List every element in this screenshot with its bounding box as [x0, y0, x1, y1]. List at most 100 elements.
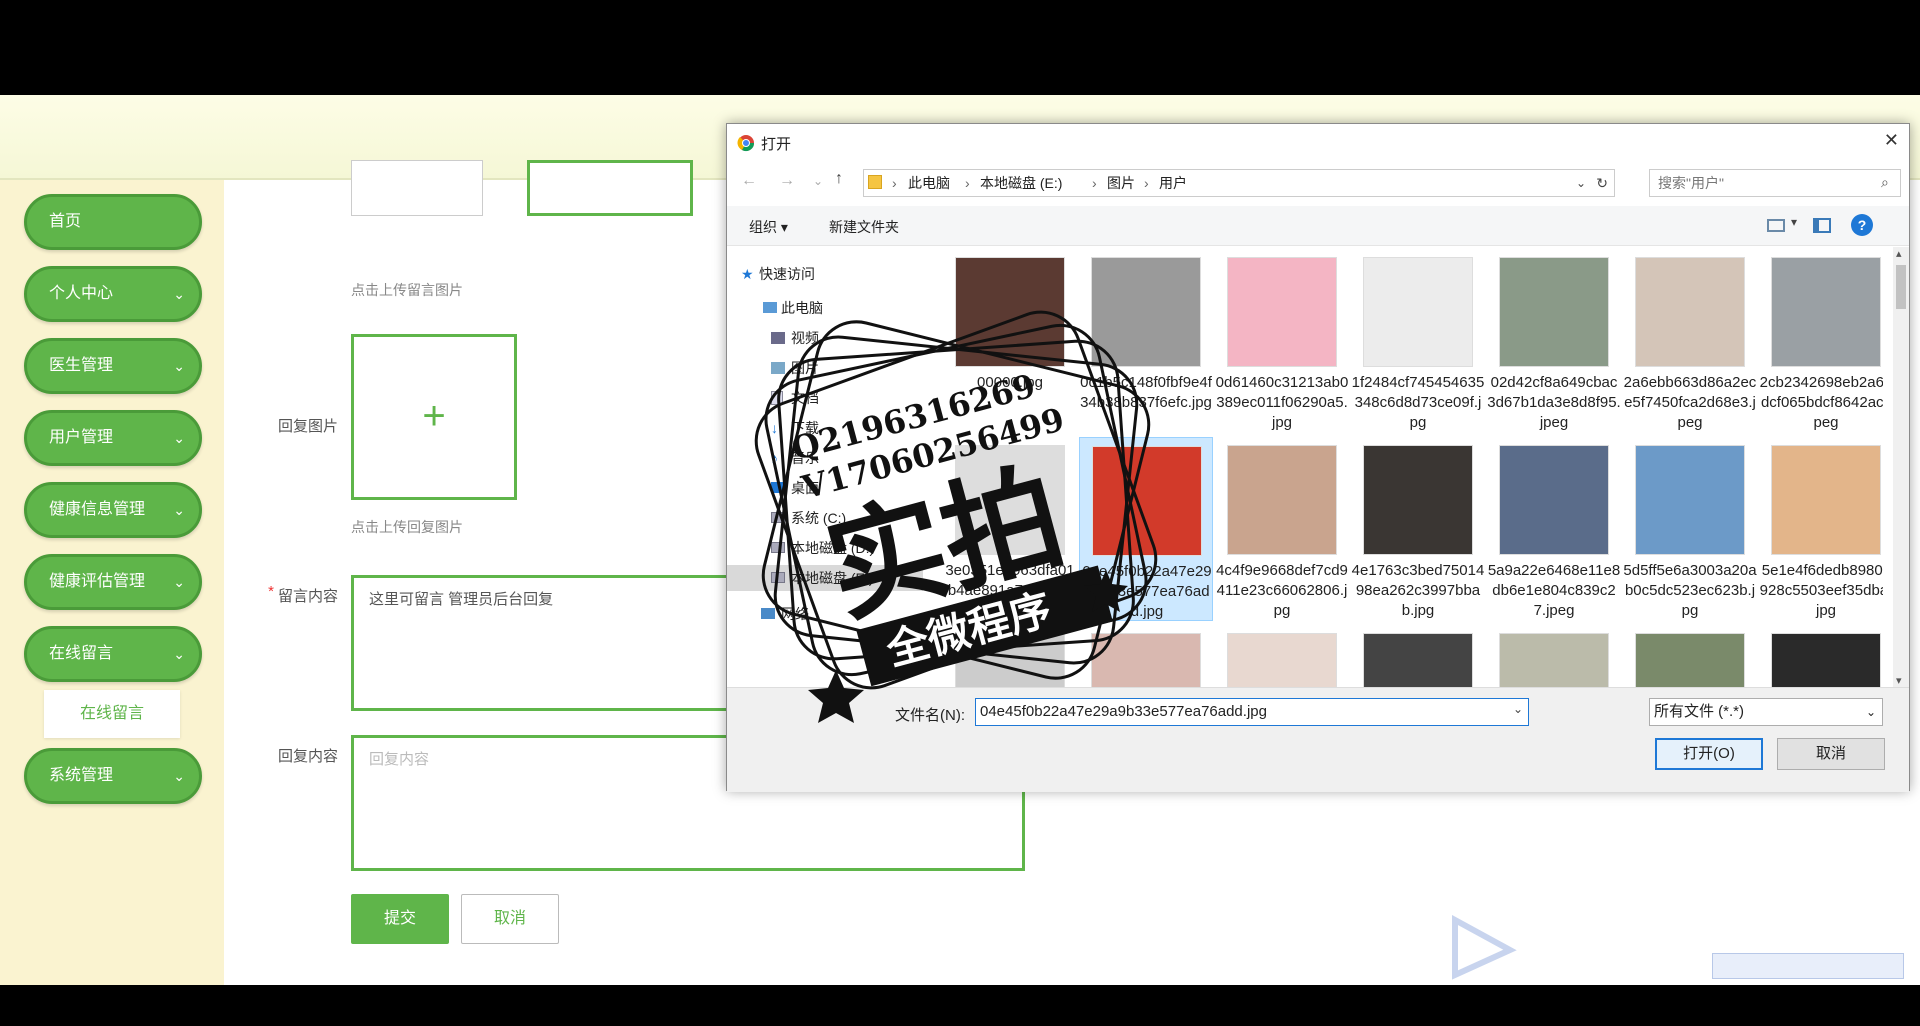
- file-item[interactable]: 00000.jpg: [943, 249, 1077, 433]
- tree-item-drive-c[interactable]: 系统 (C:): [727, 505, 923, 531]
- file-item[interactable]: 5e1e4f6dedb8980c928c5503eef35dba.jpg: [1759, 437, 1883, 621]
- search-input[interactable]: 搜索"用户": [1649, 169, 1901, 197]
- sidebar-item-label: 用户管理: [49, 429, 114, 446]
- chevron-down-icon[interactable]: ⌄: [1513, 702, 1523, 716]
- sidebar-item-label: 健康信息管理: [49, 501, 146, 518]
- file-item[interactable]: [1079, 625, 1213, 687]
- scroll-up-arrow-icon[interactable]: ▴: [1896, 247, 1902, 260]
- reply-image-hint: 点击上传回复图片: [351, 519, 463, 535]
- file-item[interactable]: 5a9a22e6468e11e8db6e1e804c839c27.jpeg: [1487, 437, 1621, 621]
- tree-item-documents[interactable]: 文档: [727, 385, 923, 411]
- sidebar-item-doctor-management[interactable]: 医生管理 ⌄: [24, 338, 202, 394]
- sidebar-item-home[interactable]: 首页: [24, 194, 202, 250]
- chrome-icon: [737, 135, 755, 152]
- image-thumbnail: [955, 445, 1065, 555]
- sidebar-item-online-message[interactable]: 在线留言 ⌄: [24, 626, 202, 682]
- chevron-down-icon[interactable]: ▾: [1791, 215, 1797, 229]
- dialog-title: 打开: [761, 136, 792, 153]
- reply-content-label: 回复内容: [277, 748, 338, 765]
- tree-item-music[interactable]: ♪ 音乐: [727, 445, 923, 471]
- help-icon[interactable]: ?: [1851, 214, 1873, 236]
- reply-image-upload[interactable]: +: [351, 334, 517, 500]
- tree-item-network[interactable]: 网络: [727, 601, 923, 627]
- file-name: 04e45f0b22a47e29a9b33e577ea76add.jpg: [1082, 563, 1212, 620]
- image-thumbnail: [955, 633, 1065, 687]
- file-item[interactable]: 2cb2342698eb2a63dcf065bdcf8642ac.jpeg: [1759, 249, 1883, 433]
- sidebar-item-user-management[interactable]: 用户管理 ⌄: [24, 410, 202, 466]
- image-thumbnail: [1635, 633, 1745, 687]
- tree-item-videos[interactable]: 视频: [727, 325, 923, 351]
- sidebar-item-label: 个人中心: [49, 285, 114, 302]
- sidebar-item-personal-center[interactable]: 个人中心 ⌄: [24, 266, 202, 322]
- organize-menu[interactable]: 组织 ▾: [749, 217, 788, 237]
- up-arrow-icon[interactable]: ↑: [835, 170, 843, 188]
- open-button[interactable]: 打开(O): [1655, 738, 1763, 770]
- tree-item-desktop[interactable]: 桌面: [727, 475, 923, 501]
- filename-input[interactable]: 04e45f0b22a47e29a9b33e577ea76add.jpg: [975, 698, 1529, 726]
- file-item[interactable]: 0d61460c31213ab0389ec011f06290a5.jpg: [1215, 249, 1349, 433]
- submit-button[interactable]: 提交: [351, 894, 449, 944]
- scrollbar-thumb[interactable]: [1896, 265, 1906, 309]
- image-thumbnail: [1635, 445, 1745, 555]
- image-thumbnail: [1092, 446, 1202, 556]
- breadcrumb-this-pc[interactable]: 此电脑: [908, 170, 950, 196]
- chevron-down-icon[interactable]: ⌄: [813, 174, 823, 188]
- file-item[interactable]: 4e1763c3bed7501498ea262c3997bbab.jpg: [1351, 437, 1485, 621]
- cancel-button[interactable]: 取消: [461, 894, 559, 944]
- breadcrumb-separator: ›: [965, 175, 970, 191]
- file-item[interactable]: 0c1b5c148f0fbf9e4f34b38b837f6efc.jpg: [1079, 249, 1213, 433]
- sidebar-subitem-online-message[interactable]: 在线留言: [44, 690, 180, 738]
- uploaded-image-slot[interactable]: [351, 160, 483, 216]
- file-item[interactable]: 4c4f9e9668def7cd9411e23c66062806.jpg: [1215, 437, 1349, 621]
- forward-arrow-icon[interactable]: →: [779, 172, 795, 190]
- sidebar-item-health-info[interactable]: 健康信息管理 ⌄: [24, 482, 202, 538]
- new-folder-button[interactable]: 新建文件夹: [829, 217, 899, 237]
- chevron-down-icon: ⌄: [173, 646, 185, 662]
- dialog-cancel-button[interactable]: 取消: [1777, 738, 1885, 770]
- sidebar-item-label: 医生管理: [49, 357, 114, 374]
- search-icon: ⌕: [1881, 174, 1889, 190]
- chevron-down-icon[interactable]: ⌄: [1576, 170, 1586, 196]
- breadcrumb-pictures[interactable]: 图片: [1107, 170, 1135, 196]
- file-type-select[interactable]: 所有文件 (*.*) ⌄: [1649, 698, 1883, 726]
- file-item[interactable]: 3e0351ee963dfa01b4ae891a7c60186a.jpg: [943, 437, 1077, 621]
- file-item[interactable]: 5d5ff5e6a3003a20ab0c5dc523ec623b.jpg: [1623, 437, 1757, 621]
- file-item[interactable]: 04e45f0b22a47e29a9b33e577ea76add.jpg: [1079, 437, 1213, 621]
- file-item[interactable]: [1623, 625, 1757, 687]
- breadcrumb-drive-e[interactable]: 本地磁盘 (E:): [980, 170, 1062, 196]
- back-arrow-icon[interactable]: ←: [741, 172, 757, 190]
- file-item[interactable]: [1215, 625, 1349, 687]
- file-name: 0d61460c31213ab0389ec011f06290a5.jpg: [1215, 374, 1349, 431]
- tree-item-quick-access[interactable]: ★ 快速访问: [727, 261, 923, 287]
- tree-item-drive-e[interactable]: 本地磁盘 (E:): [727, 565, 923, 591]
- image-thumbnail: [1227, 445, 1337, 555]
- address-bar[interactable]: › 此电脑 › 本地磁盘 (E:) › 图片 › 用户 ⌄ ↻: [863, 169, 1615, 197]
- file-item[interactable]: 02d42cf8a649cbac3d67b1da3e8d8f95.jpeg: [1487, 249, 1621, 433]
- tree-item-downloads[interactable]: ↓ 下载: [727, 415, 923, 441]
- file-item[interactable]: [943, 625, 1077, 687]
- chevron-down-icon: ⌄: [1865, 705, 1876, 719]
- tree-item-pictures[interactable]: 图片: [727, 355, 923, 381]
- desktop-icon: [771, 482, 785, 493]
- tree-item-this-pc[interactable]: 此电脑: [727, 295, 923, 321]
- image-thumbnail: [1091, 257, 1201, 367]
- image-thumbnail: [955, 257, 1065, 367]
- sidebar-item-system-management[interactable]: 系统管理 ⌄: [24, 748, 202, 804]
- preview-pane-icon[interactable]: [1813, 218, 1831, 233]
- ime-toolbar[interactable]: [1712, 953, 1904, 979]
- file-item[interactable]: 1f2484cf745454635348c6d8d73ce09f.jpg: [1351, 249, 1485, 433]
- breadcrumb-users[interactable]: 用户: [1159, 170, 1187, 196]
- uploaded-image-slot[interactable]: [527, 160, 693, 216]
- file-grid-scrollbar[interactable]: ▴ ▾: [1893, 247, 1909, 687]
- file-item[interactable]: [1351, 625, 1485, 687]
- scroll-down-arrow-icon[interactable]: ▾: [1896, 674, 1902, 687]
- refresh-icon[interactable]: ↻: [1596, 170, 1608, 196]
- sidebar-item-health-assessment[interactable]: 健康评估管理 ⌄: [24, 554, 202, 610]
- file-item[interactable]: [1487, 625, 1621, 687]
- file-item[interactable]: 2a6ebb663d86a2ece5f7450fca2d68e3.jpeg: [1623, 249, 1757, 433]
- view-options-icon[interactable]: [1767, 219, 1785, 232]
- close-icon[interactable]: ✕: [1884, 130, 1899, 151]
- navigation-pane: ★ 快速访问 此电脑 视频 图片 文档 ↓ 下载 ♪ 音乐 桌面 系统 (C:) 本地…: [727, 247, 923, 687]
- file-item[interactable]: [1759, 625, 1883, 687]
- tree-item-drive-d[interactable]: 本地磁盘 (D:): [727, 535, 923, 561]
